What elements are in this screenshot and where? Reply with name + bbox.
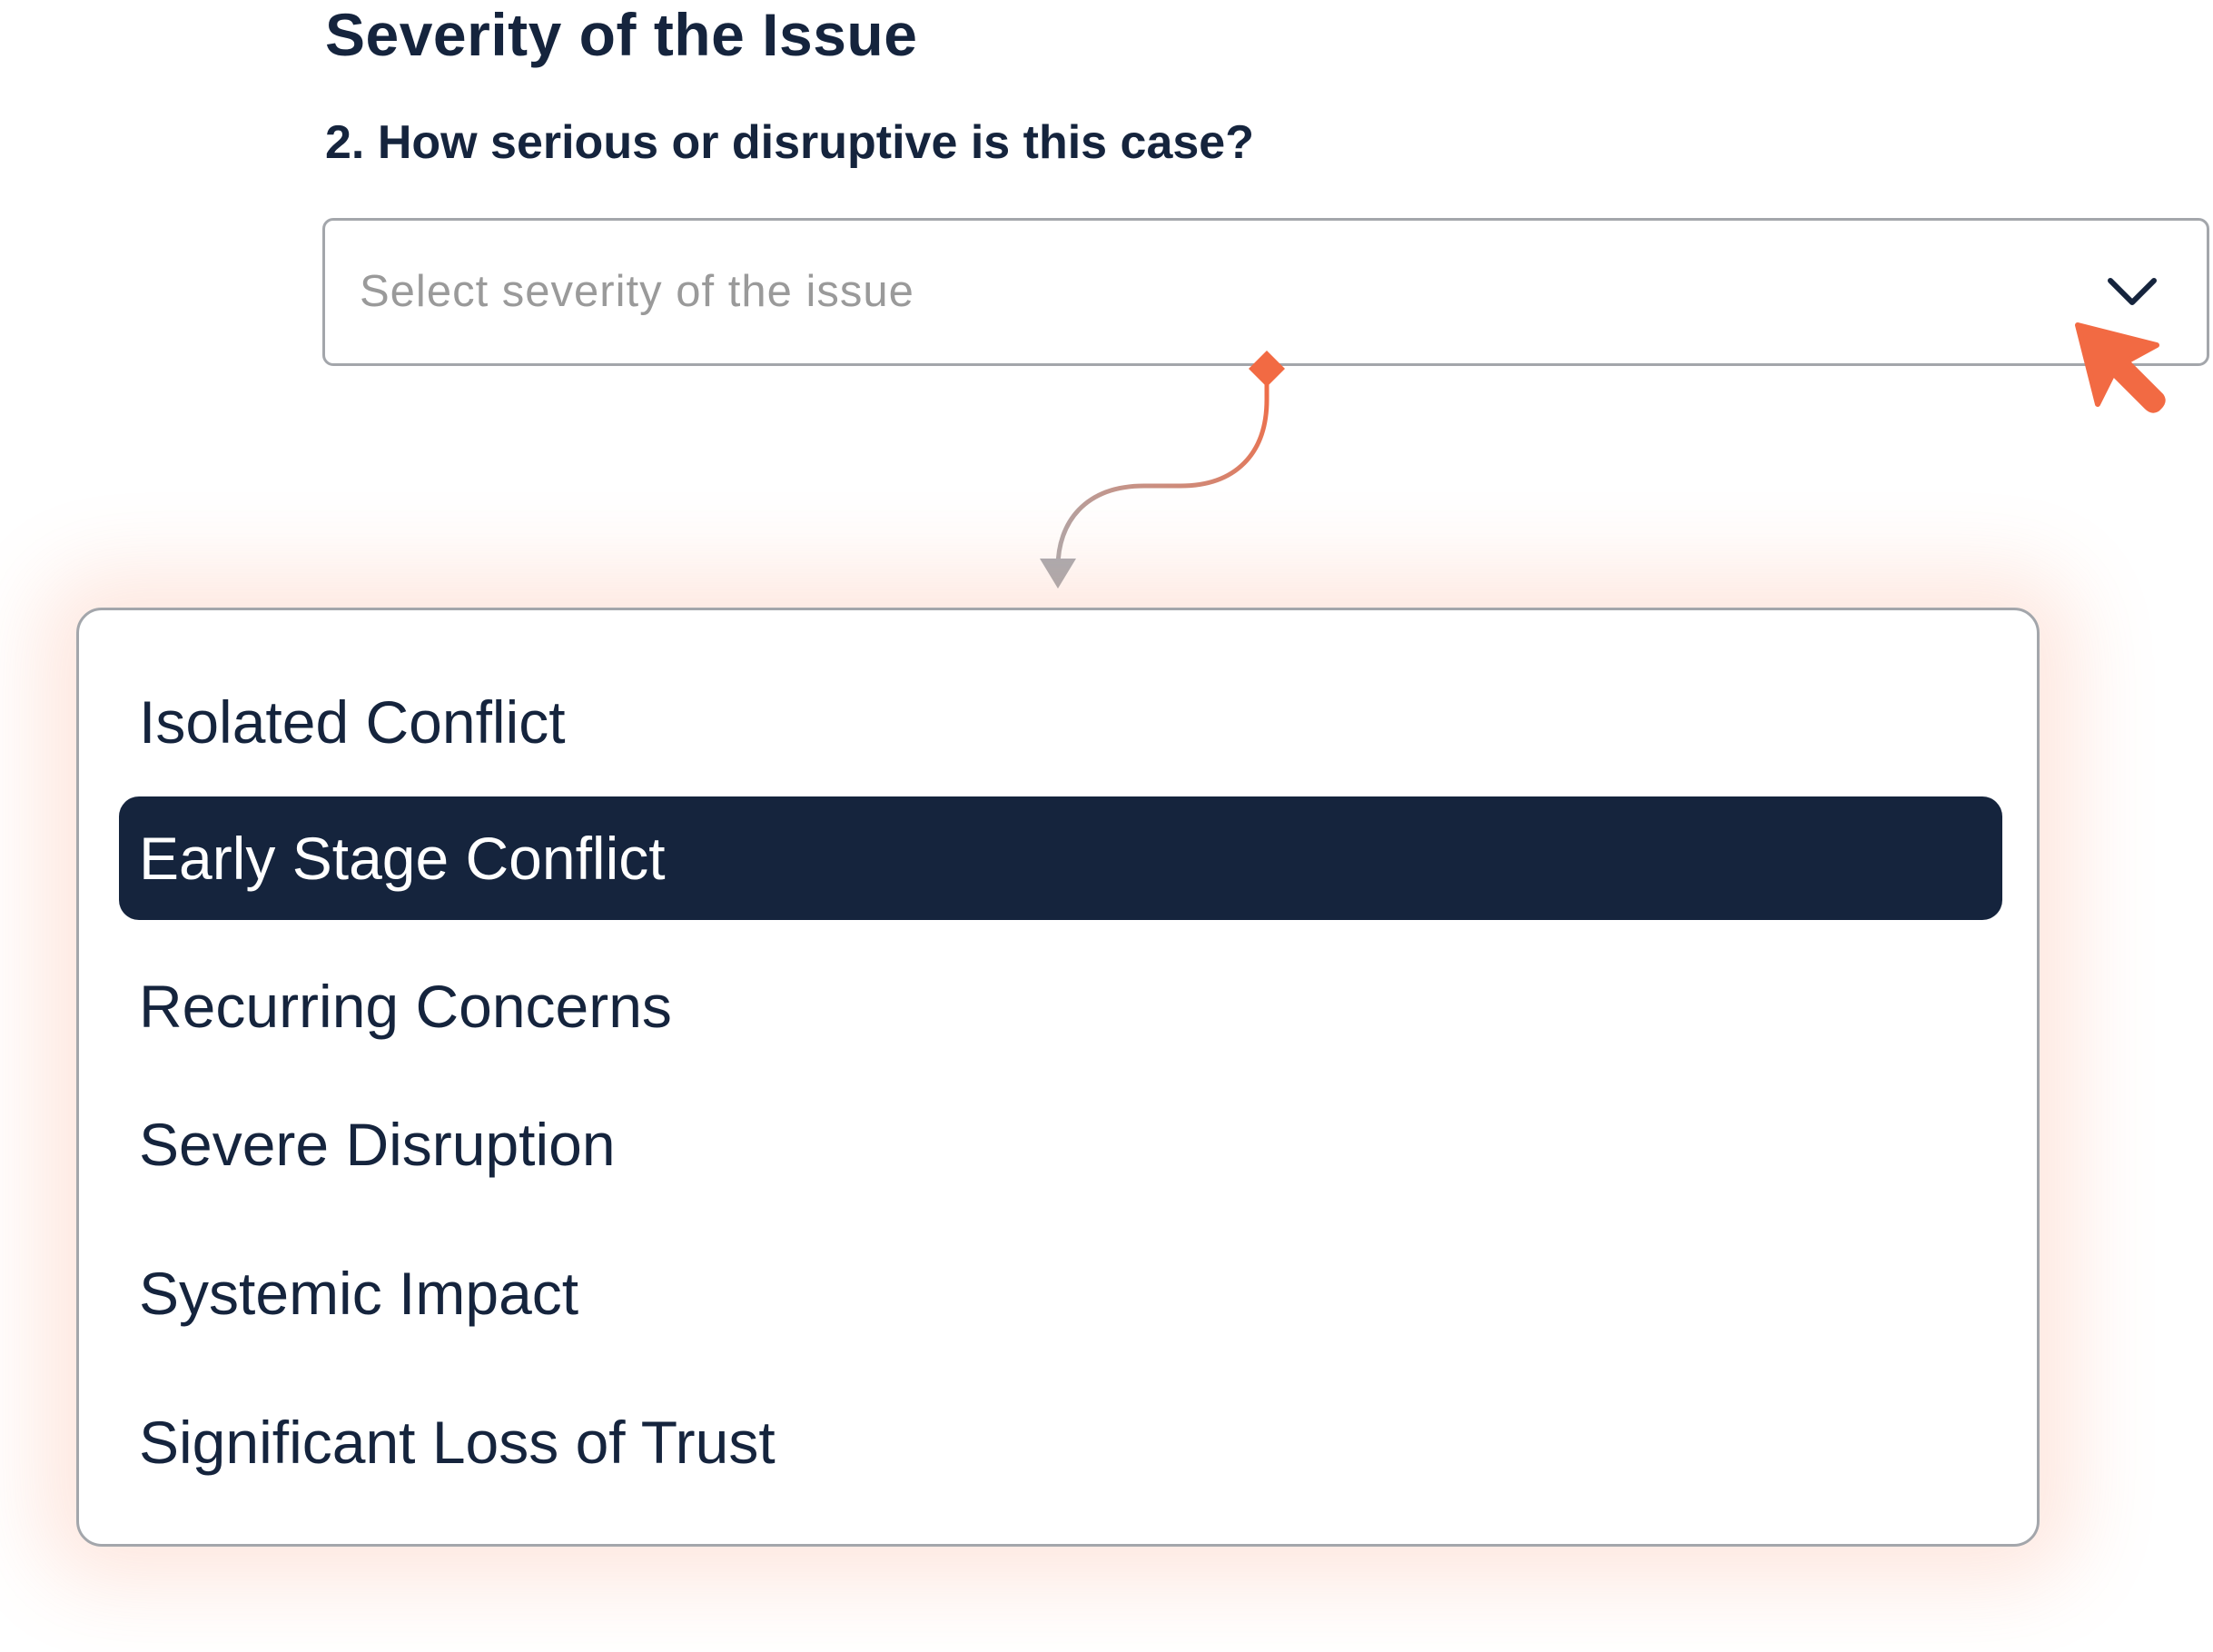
connector-arrowhead	[1040, 559, 1076, 589]
select-placeholder: Select severity of the issue	[360, 267, 914, 316]
severity-dropdown-menu: Isolated Conflict Early Stage Conflict R…	[76, 608, 2040, 1547]
cursor-arrow-icon	[2075, 322, 2166, 413]
option-severe-disruption[interactable]: Severe Disruption	[119, 1083, 2002, 1206]
severity-select[interactable]: Select severity of the issue	[322, 218, 2209, 366]
section-title: Severity of the Issue	[325, 1, 918, 68]
chevron-down-icon[interactable]	[2105, 272, 2159, 312]
option-early-stage-conflict[interactable]: Early Stage Conflict	[119, 796, 2002, 920]
option-systemic-impact[interactable]: Systemic Impact	[119, 1232, 2002, 1355]
question-label: 2. How serious or disruptive is this cas…	[325, 116, 1254, 169]
option-significant-loss-of-trust[interactable]: Significant Loss of Trust	[119, 1380, 2002, 1504]
option-recurring-concerns[interactable]: Recurring Concerns	[119, 945, 2002, 1068]
option-isolated-conflict[interactable]: Isolated Conflict	[119, 660, 2002, 784]
